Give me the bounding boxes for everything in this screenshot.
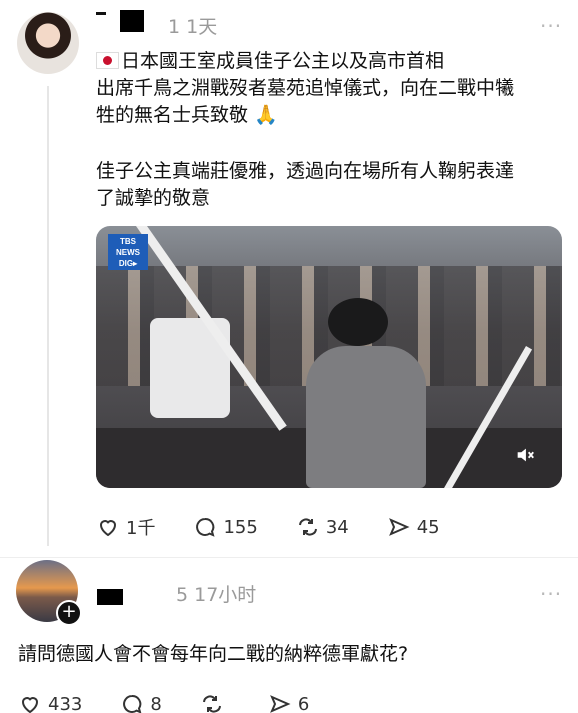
share-count: 6 xyxy=(297,693,310,713)
repost-icon xyxy=(298,518,317,536)
post-timestamp: 1 1天 xyxy=(168,16,218,38)
post-text-line: 日本國王室成員佳子公主以及高市首相 xyxy=(96,48,566,75)
like-count: 1千 xyxy=(126,518,156,539)
comment-count: 8 xyxy=(150,693,162,713)
post-text-line: 了誠摯的敬意 xyxy=(96,187,211,209)
share-count: 45 xyxy=(416,516,440,538)
like-button[interactable]: 433 xyxy=(18,692,82,713)
comment-icon xyxy=(123,695,142,713)
redacted-username xyxy=(120,10,144,32)
more-options-button[interactable]: ··· xyxy=(540,582,562,606)
japan-flag-icon xyxy=(96,52,119,69)
post-text-paragraph: 佳子公主真端莊優雅，透過向在場所有人鞠躬表達 了誠摯的敬意 xyxy=(96,158,566,212)
share-button[interactable]: 45 xyxy=(387,515,440,539)
video-player[interactable]: TBS NEWS DIG▸ xyxy=(96,226,562,488)
author-avatar[interactable] xyxy=(17,12,79,74)
comment-count: 155 xyxy=(223,516,258,538)
post-text-line: 牲的無名士兵致敬 🙏 xyxy=(96,104,278,126)
post-text-line: 佳子公主真端莊優雅，透過向在場所有人鞠躬表達 xyxy=(96,160,515,182)
post-actions: 1千 155 34 45 xyxy=(96,514,478,540)
post-text-line: 出席千鳥之淵戰歿者墓苑追悼儀式，向在二戰中犧 xyxy=(96,77,515,99)
share-button[interactable]: 6 xyxy=(268,692,309,713)
post-text: 日本國王室成員佳子公主以及高市首相 出席千鳥之淵戰歿者墓苑追悼儀式，向在二戰中犧… xyxy=(96,48,566,129)
comment-button[interactable]: 8 xyxy=(120,692,162,713)
tbs-news-logo: TBS NEWS DIG▸ xyxy=(108,234,148,270)
divider xyxy=(0,557,578,558)
repost-button[interactable] xyxy=(200,692,230,713)
reply-timestamp: 5 17小时 xyxy=(176,584,257,606)
send-icon xyxy=(269,695,291,713)
heart-icon xyxy=(99,520,117,537)
comment-button[interactable]: 155 xyxy=(193,515,258,539)
redacted-username xyxy=(97,589,123,605)
redacted-username-mark xyxy=(96,12,106,15)
repost-button[interactable]: 34 xyxy=(296,515,349,539)
repost-icon xyxy=(202,695,221,713)
send-icon xyxy=(388,518,410,536)
thread-line xyxy=(47,86,49,546)
reply-text: 請問德國人會不會每年向二戰的納粹德軍獻花? xyxy=(18,643,409,665)
reply-actions: 433 8 6 xyxy=(18,692,347,713)
follow-plus-icon[interactable]: + xyxy=(56,600,82,626)
comment-icon xyxy=(196,518,215,537)
repost-count: 34 xyxy=(325,516,349,538)
mute-icon[interactable] xyxy=(514,444,536,466)
video-princess-figure xyxy=(306,346,426,488)
like-count: 433 xyxy=(48,693,83,713)
like-button[interactable]: 1千 xyxy=(96,514,155,540)
more-options-button[interactable]: ··· xyxy=(540,14,562,38)
heart-icon xyxy=(21,697,39,713)
video-princess-hat xyxy=(328,298,388,346)
